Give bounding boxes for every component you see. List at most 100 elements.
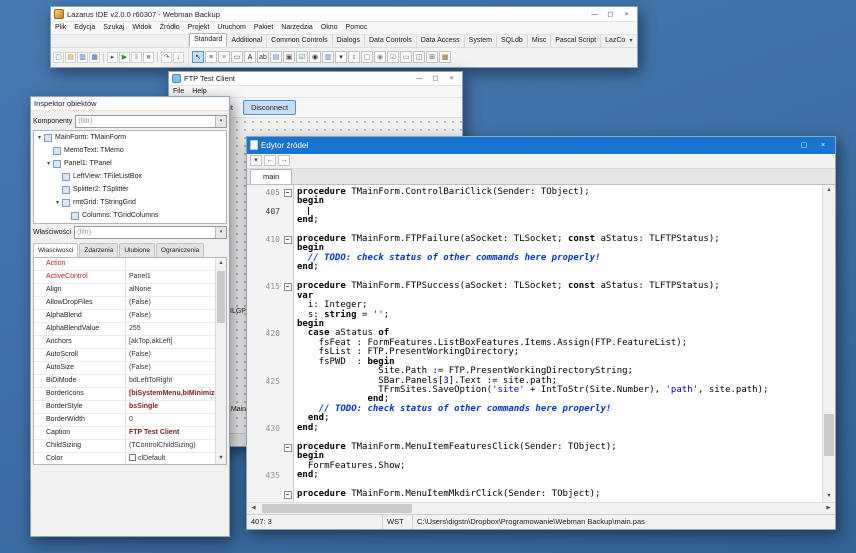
property-value[interactable]: (False) [126,362,215,374]
checkbox-icon[interactable]: ☑ [296,51,308,63]
menu-item[interactable]: Widok [128,22,155,34]
scroll-left-icon[interactable]: ◀ [247,503,260,514]
minimize-button[interactable]: — [412,73,427,84]
scroll-thumb[interactable] [217,271,225,323]
listbox-icon[interactable]: ▥ [322,51,334,63]
fold-marker-icon[interactable] [283,282,293,291]
palette-tab[interactable]: SQLdb [497,35,528,47]
close-button[interactable]: × [814,139,832,152]
property-value[interactable]: clDefault [126,453,215,464]
build-mode-icon[interactable]: ▸ [107,52,118,63]
tree-item[interactable]: Splitter2: TSplitter [34,183,226,196]
menu-item[interactable]: Źródło [156,22,184,34]
property-row[interactable]: Anchors[akTop,akLeft] [34,336,215,349]
property-value[interactable]: [akTop,akLeft] [126,336,215,348]
back-icon[interactable]: ← [264,155,276,166]
property-row[interactable]: BorderIcons[biSystemMenu,biMinimize,biMa… [34,388,215,401]
property-row[interactable]: ChildSizing(TControlChildSizing) [34,440,215,453]
inspector-tab[interactable]: Ulubione [119,243,155,257]
palette-tab[interactable]: LazControls [601,35,625,47]
palette-tab[interactable]: Misc [528,35,551,47]
editor-scroll-track[interactable] [823,196,835,491]
property-value[interactable]: (TControlChildSizing) [126,440,215,452]
property-row[interactable]: ColorclDefault [34,453,215,464]
groupbox-icon[interactable]: ▢ [361,51,373,63]
save-all-icon[interactable]: ▦ [89,52,100,63]
chevron-down-icon[interactable]: ▾ [215,227,226,238]
palette-tab[interactable]: Data Access [417,35,465,47]
close-button[interactable]: × [619,9,634,20]
edit-icon[interactable]: ab [257,51,269,63]
expand-icon[interactable]: ▾ [36,134,43,141]
tree-item[interactable]: Columns: TGridColumns [34,209,226,222]
palette-tab[interactable]: Pascal Script [551,35,601,47]
property-value[interactable]: (False) [126,310,215,322]
property-row[interactable]: CaptionFTP Test Client [34,427,215,440]
label-icon[interactable]: A [244,51,256,63]
property-row[interactable]: AlignalNone [34,284,215,297]
palette-tab[interactable]: System [465,35,497,47]
menu-item[interactable]: Edycja [70,22,99,34]
property-row[interactable]: ActiveControlPanel1 [34,271,215,284]
close-button[interactable]: × [444,73,459,84]
imagelist-icon[interactable]: ▩ [439,51,451,63]
expand-icon[interactable]: ▾ [45,160,52,167]
scroll-thumb[interactable] [824,414,834,456]
palette-tab[interactable]: Common Controls [267,35,332,47]
step-over-icon[interactable]: ↷ [161,52,172,63]
stop-icon[interactable]: ■ [143,52,154,63]
chevron-down-icon[interactable]: ▾ [215,116,226,127]
checkgroup-icon[interactable]: ☑ [387,51,399,63]
editor-titlebar[interactable]: Edytor źródeł ▢× [247,137,835,154]
editor-hscrollbar[interactable]: ◀ ▶ [247,502,835,514]
fold-marker-icon[interactable] [283,235,293,244]
scroll-down-icon[interactable]: ▼ [823,491,835,502]
ftp-titlebar[interactable]: FTP Test Client —▢× [169,72,462,86]
tree-item[interactable]: MemoText: TMemo [34,144,226,157]
property-value[interactable]: (False) [126,297,215,309]
step-into-icon[interactable]: ↓ [173,52,184,63]
new-unit-icon[interactable]: ▢ [53,52,64,63]
frame-icon[interactable]: ◫ [413,51,425,63]
property-value[interactable]: bsSingle [126,401,215,413]
open-icon[interactable]: ▤ [65,52,76,63]
fold-marker-icon[interactable] [283,188,293,197]
run-icon[interactable]: ▶ [119,52,130,63]
maximize-button[interactable]: ▢ [795,139,813,152]
components-filter-input[interactable]: (filtr) ▾ [75,115,227,128]
popupmenu-icon[interactable]: ≡ [218,51,230,63]
properties-filter-input[interactable]: (filtr) ▾ [74,226,227,239]
scroll-thumb[interactable] [262,504,412,513]
pause-icon[interactable]: ‖ [131,52,142,63]
button-icon[interactable]: ▭ [231,51,243,63]
maximize-button[interactable]: ▢ [428,73,443,84]
inspector-tab[interactable]: Ograniczenia [156,243,204,257]
fold-marker-icon[interactable] [283,490,293,499]
property-row[interactable]: AlphaBlendValue255 [34,323,215,336]
tree-item[interactable]: LeftView: TFileListBox [34,170,226,183]
scroll-up-icon[interactable]: ▲ [823,185,835,196]
tree-item[interactable]: ▾rmtGrid: TStringGrid [34,196,226,209]
property-value[interactable]: alNone [126,284,215,296]
property-value[interactable]: (False) [126,349,215,361]
inspector-tab[interactable]: Właściwości [33,243,78,257]
mainmenu-icon[interactable]: ≡ [205,51,217,63]
fold-marker-icon[interactable] [283,443,293,452]
menu-item[interactable]: Plik [51,22,70,34]
panel-icon[interactable]: ▭ [400,51,412,63]
expand-icon[interactable]: ▾ [54,199,61,206]
palette-tab[interactable]: Data Controls [365,35,417,47]
tree-item[interactable]: ▾MainForm: TMainForm [34,131,226,144]
minimize-button[interactable]: — [587,9,602,20]
memo-icon[interactable]: ▤ [270,51,282,63]
property-row[interactable]: AlphaBlend(False) [34,310,215,323]
property-row[interactable]: Action [34,258,215,271]
editor-code[interactable]: procedure TMainForm.ControlBariClick(Sen… [294,185,822,502]
inspector-titlebar[interactable]: Inspektor obiektów [31,97,229,111]
ide-titlebar[interactable]: Lazarus IDE v2.0.0 r60307 - Webman Backu… [51,7,637,22]
palette-overflow-button[interactable]: ▾ [625,35,637,47]
property-value[interactable]: bdLeftToRight [126,375,215,387]
scroll-right-icon[interactable]: ▶ [822,503,835,514]
togglebox-icon[interactable]: ▣ [283,51,295,63]
editor-hscroll-track[interactable] [260,503,822,514]
